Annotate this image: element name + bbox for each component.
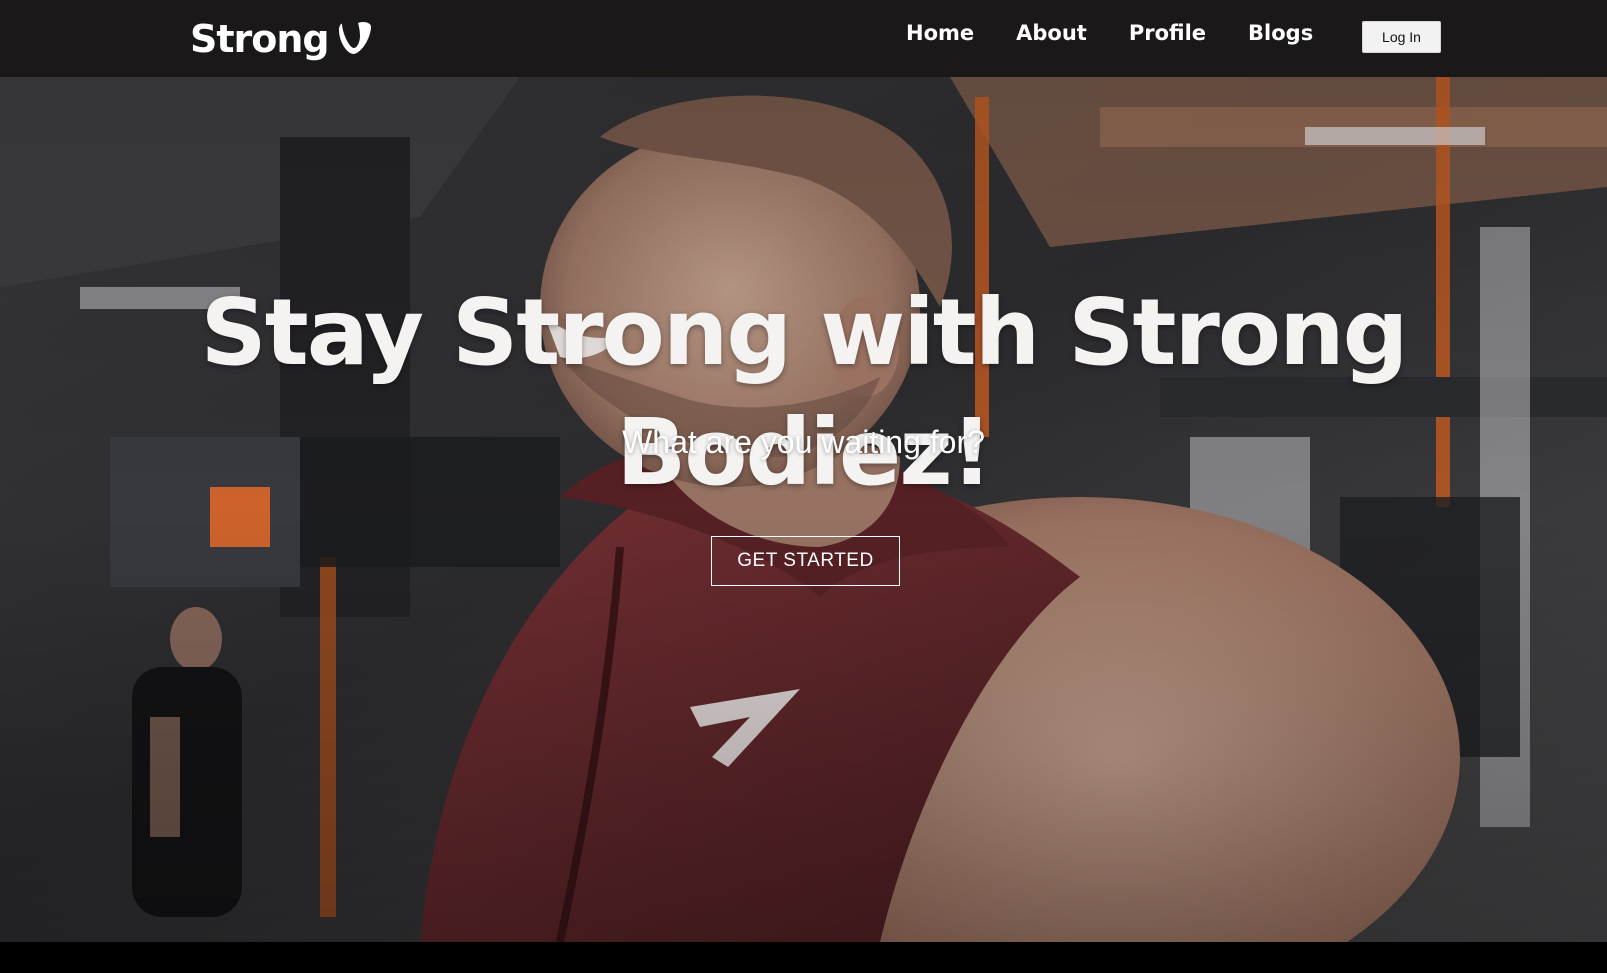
nav-link-about[interactable]: About	[1016, 21, 1087, 45]
logo-text: Strong	[190, 17, 330, 61]
site-logo[interactable]: Strong	[190, 14, 371, 64]
hero-section: Stay Strong with Strong Bodiez! What are…	[0, 77, 1607, 942]
nav-link-profile[interactable]: Profile	[1129, 21, 1206, 45]
get-started-button[interactable]: GET STARTED	[711, 536, 900, 586]
typo3-logo-icon	[338, 22, 371, 54]
nav-link-home[interactable]: Home	[906, 21, 974, 45]
nav-link-blogs[interactable]: Blogs	[1248, 21, 1313, 45]
hero-title: Stay Strong with Strong Bodiez!	[200, 279, 1409, 506]
login-button[interactable]: Log In	[1362, 21, 1441, 53]
page-bottom-band	[0, 942, 1607, 973]
navbar: Strong Home About Profile Blogs Log In	[0, 0, 1607, 77]
main-nav: Home About Profile Blogs	[906, 0, 1355, 66]
hero-subtitle: What are you waiting for?	[622, 424, 985, 460]
